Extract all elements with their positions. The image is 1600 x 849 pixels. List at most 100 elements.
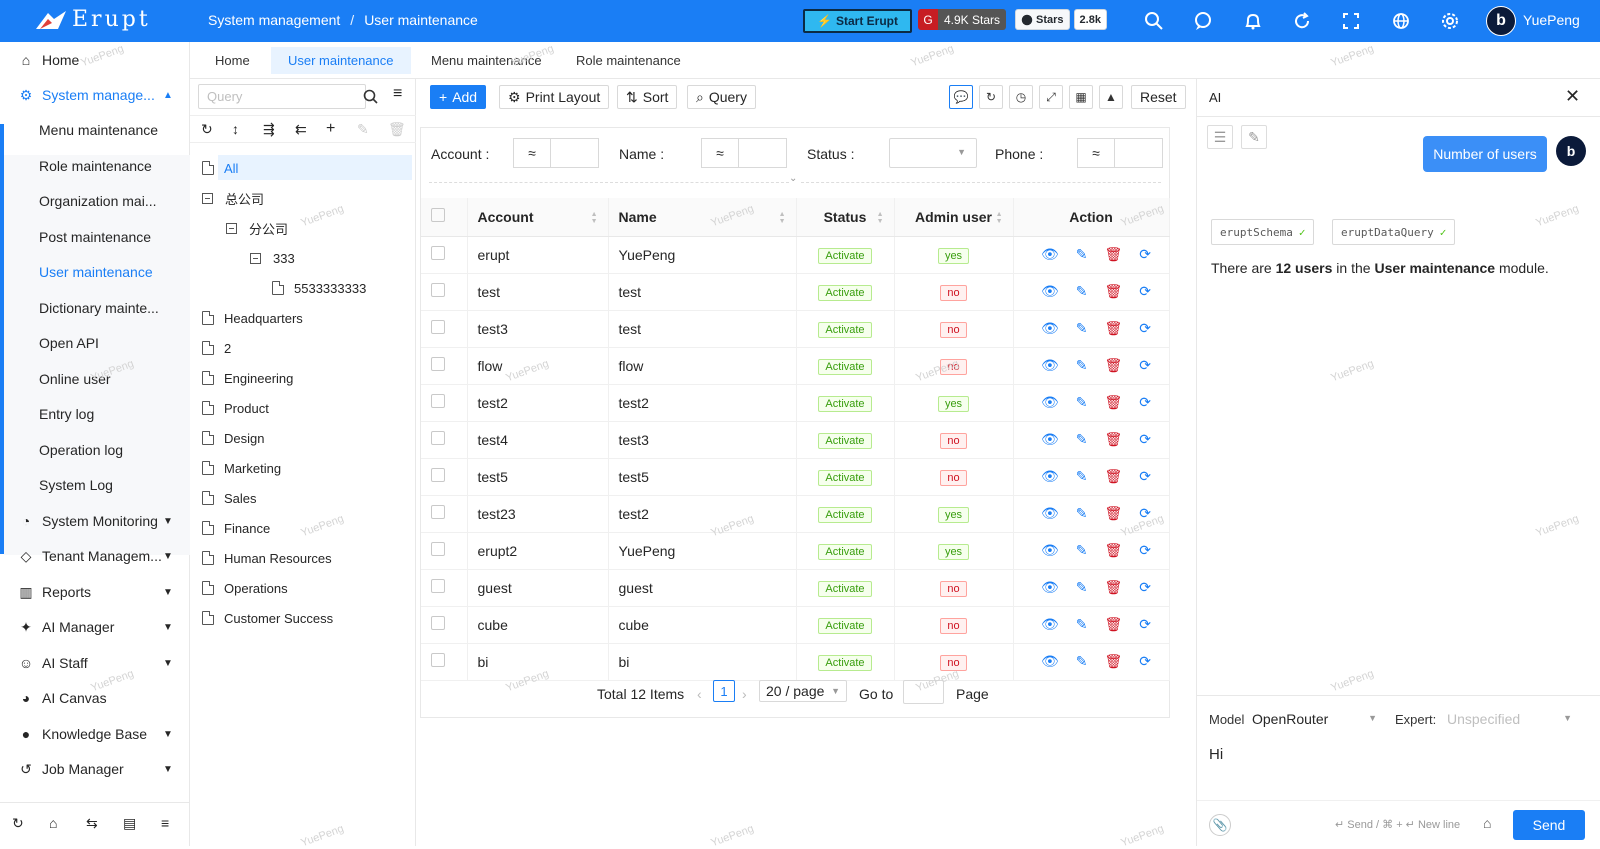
sidebar-item-entry-log[interactable]: Entry log (0, 397, 190, 431)
tree-node[interactable]: 分公司 (226, 214, 288, 242)
column-header[interactable]: Admin user ▲ ▼ (894, 198, 1014, 237)
add-button[interactable]: + Add (430, 85, 487, 109)
view-icon[interactable]: 👁 (1041, 283, 1059, 300)
search-icon[interactable] (1144, 11, 1164, 31)
edit-icon[interactable]: ✎ (1076, 283, 1088, 300)
add-icon[interactable]: + (326, 120, 335, 138)
search-icon[interactable] (363, 89, 379, 105)
tree-node[interactable]: Design (202, 424, 264, 452)
print-layout-button[interactable]: ⚙ Print Layout (499, 85, 610, 109)
edit-icon[interactable]: ✎ (1076, 320, 1088, 337)
ai-chat-toggle[interactable]: 💬 (949, 85, 973, 109)
name-filter-input[interactable] (739, 138, 787, 168)
sidebar-item-reports[interactable]: ▥ Reports ▼ (0, 575, 190, 609)
view-icon[interactable]: 👁 (1041, 579, 1059, 596)
tree-node[interactable]: Product (202, 394, 269, 422)
edit-icon[interactable]: ✎ (1076, 653, 1088, 670)
history-list-button[interactable]: ☰ (1207, 125, 1233, 149)
tree-node[interactable]: Human Resources (202, 544, 332, 572)
row-checkbox[interactable] (431, 394, 445, 408)
sidebar-item-menu-maintenance[interactable]: Menu maintenance (0, 113, 190, 147)
chat-input[interactable]: Hi (1209, 746, 1589, 796)
tab-menu-maintenance[interactable]: Menu maintenance (414, 47, 559, 74)
table-row[interactable]: test4 test3 Activate no 👁 ✎ 🗑 ⟳ (421, 421, 1170, 459)
tool-call-badge[interactable]: eruptDataQuery ✓ (1332, 219, 1456, 245)
page-size-select[interactable]: 20 / page ▼ (759, 680, 847, 702)
edit-icon[interactable]: ✎ (357, 121, 369, 138)
reset-password-icon[interactable]: ⟳ (1139, 431, 1151, 448)
tree-node[interactable]: 2 (202, 334, 231, 362)
reset-password-icon[interactable]: ⟳ (1139, 357, 1151, 374)
table-row[interactable]: test3 test Activate no 👁 ✎ 🗑 ⟳ (421, 310, 1170, 348)
sidebar-item-operation-log[interactable]: Operation log (0, 433, 190, 467)
goto-page-input[interactable] (903, 680, 944, 704)
row-checkbox[interactable] (431, 542, 445, 556)
tree-node[interactable]: Headquarters (202, 304, 303, 332)
sidebar-item-system-monitoring[interactable]: ◔ System Monitoring ▼ (0, 504, 190, 538)
view-icon[interactable]: 👁 (1041, 357, 1059, 374)
view-icon[interactable]: 👁 (1041, 505, 1059, 522)
tree-node[interactable]: Finance (202, 514, 270, 542)
filter-operator[interactable]: ≈ (701, 138, 739, 168)
edit-icon[interactable]: ✎ (1076, 542, 1088, 559)
row-checkbox[interactable] (431, 468, 445, 482)
refresh-icon[interactable]: ↻ (12, 815, 24, 832)
tree-node[interactable]: Sales (202, 484, 257, 512)
tree-search-input[interactable]: Query (198, 84, 366, 109)
tree-node[interactable]: Marketing (202, 454, 281, 482)
bank-icon[interactable]: ⌂ (49, 815, 57, 831)
trash-icon[interactable]: 🗑 (388, 121, 406, 138)
reset-password-icon[interactable]: ⟳ (1139, 616, 1151, 633)
page-number[interactable]: 1 (713, 680, 735, 702)
breadcrumb-item[interactable]: System management (208, 12, 340, 28)
edit-icon[interactable]: ✎ (1076, 431, 1088, 448)
row-checkbox[interactable] (431, 357, 445, 371)
row-checkbox[interactable] (431, 505, 445, 519)
tab-role-maintenance[interactable]: Role maintenance (559, 47, 698, 74)
reset-password-icon[interactable]: ⟳ (1139, 246, 1151, 263)
filter-operator[interactable]: ≈ (513, 138, 551, 168)
tool-call-badge[interactable]: eruptSchema ✓ (1211, 219, 1315, 245)
view-icon[interactable]: 👁 (1041, 616, 1059, 633)
sidebar-item-open-api[interactable]: Open API (0, 326, 190, 360)
sidebar-item-online-user[interactable]: Online user (0, 362, 190, 396)
globe-icon[interactable] (1391, 11, 1411, 31)
sidebar-item-tenant-management[interactable]: ◇ Tenant Managem... ▼ (0, 539, 190, 573)
bell-icon[interactable] (1243, 11, 1263, 31)
account-filter-input[interactable] (551, 138, 599, 168)
send-button[interactable]: Send (1513, 810, 1585, 840)
sidebar-item-home[interactable]: ⌂ Home (0, 43, 190, 77)
view-icon[interactable]: 👁 (1041, 542, 1059, 559)
start-erupt-button[interactable]: ⚡ Start Erupt (803, 9, 912, 33)
columns-button[interactable]: ▦ (1069, 85, 1093, 109)
filter-operator[interactable]: ≈ (1077, 138, 1115, 168)
trash-icon[interactable]: 🗑 (1105, 357, 1123, 374)
query-button[interactable]: ⌕ Query (687, 85, 756, 109)
row-checkbox[interactable] (431, 579, 445, 593)
table-row[interactable]: test2 test2 Activate yes 👁 ✎ 🗑 ⟳ (421, 384, 1170, 422)
new-chat-button[interactable]: ✎ (1241, 125, 1267, 149)
swap-icon[interactable]: ⇆ (86, 815, 98, 832)
trash-icon[interactable]: 🗑 (1105, 283, 1123, 300)
tree-node[interactable]: 总公司 (202, 184, 264, 212)
tree-node[interactable]: Customer Success (202, 604, 333, 632)
avatar[interactable]: b (1486, 6, 1516, 36)
row-checkbox[interactable] (431, 616, 445, 630)
edit-icon[interactable]: ✎ (1076, 616, 1088, 633)
model-select[interactable]: OpenRouter ▼ (1252, 711, 1377, 727)
trash-icon[interactable]: 🗑 (1105, 468, 1123, 485)
tab-home[interactable]: Home (198, 47, 267, 74)
select-all-checkbox[interactable] (431, 208, 445, 223)
expand-icon[interactable]: ⇶ (263, 121, 275, 138)
bank-icon[interactable]: ⌂ (1483, 815, 1491, 831)
sidebar-item-ai-canvas[interactable]: ◕ AI Canvas (0, 681, 190, 715)
sidebar-item-ai-staff[interactable]: ☺ AI Staff ▼ (0, 646, 190, 680)
table-row[interactable]: test test Activate no 👁 ✎ 🗑 ⟳ (421, 273, 1170, 311)
chat-icon[interactable] (1193, 11, 1213, 31)
tree-node[interactable]: 333 (250, 244, 295, 272)
view-icon[interactable]: 👁 (1041, 246, 1059, 263)
row-checkbox[interactable] (431, 246, 445, 260)
gitee-stars-badge[interactable]: G 4.9K Stars (918, 9, 1007, 30)
tree-node[interactable]: Engineering (202, 364, 293, 392)
edit-icon[interactable]: ✎ (1076, 468, 1088, 485)
